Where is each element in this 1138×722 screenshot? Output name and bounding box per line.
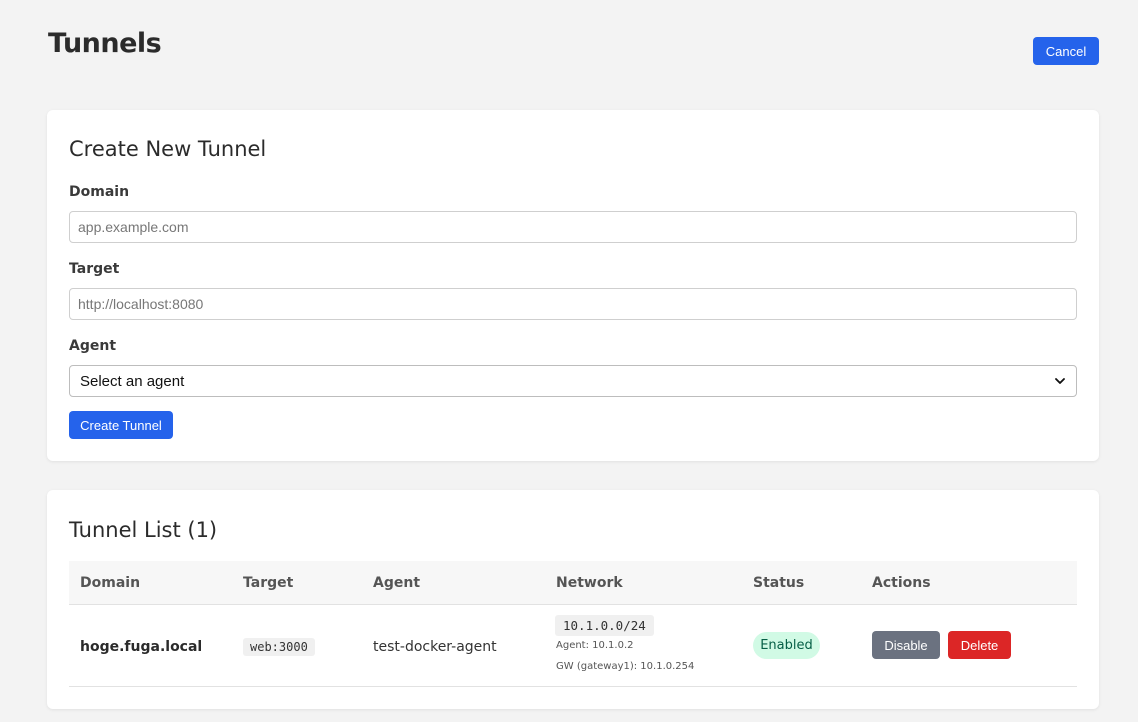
- tunnel-domain: hoge.fuga.local: [80, 639, 203, 655]
- chevron-down-icon: [1055, 378, 1065, 384]
- domain-input[interactable]: [69, 211, 1077, 243]
- tunnel-list-heading: Tunnel List (1): [69, 518, 218, 542]
- domain-label: Domain: [69, 184, 130, 200]
- column-header-network: Network: [556, 575, 623, 591]
- tunnel-target: web:3000: [243, 638, 315, 656]
- target-input[interactable]: [69, 288, 1077, 320]
- agent-label: Agent: [69, 338, 117, 354]
- status-badge: Enabled: [753, 632, 820, 659]
- tunnel-agent: test-docker-agent: [373, 639, 497, 655]
- create-tunnel-heading: Create New Tunnel: [69, 137, 267, 161]
- target-label: Target: [69, 261, 120, 277]
- create-tunnel-button[interactable]: Create Tunnel: [69, 411, 173, 439]
- disable-button[interactable]: Disable: [872, 631, 940, 659]
- table-row: hoge.fuga.local web:3000 test-docker-age…: [69, 605, 1077, 687]
- page-title: Tunnels: [48, 28, 162, 59]
- column-header-target: Target: [243, 575, 294, 591]
- column-header-domain: Domain: [80, 575, 141, 591]
- column-header-agent: Agent: [373, 575, 421, 591]
- network-cidr: 10.1.0.0/24: [555, 615, 654, 636]
- tunnel-list-card: Tunnel List (1) Domain Target Agent Netw…: [47, 490, 1099, 709]
- column-header-actions: Actions: [872, 575, 931, 591]
- agent-select-value: Select an agent: [80, 372, 185, 390]
- network-agent-ip: Agent: 10.1.0.2: [556, 640, 634, 651]
- column-header-status: Status: [753, 575, 805, 591]
- cancel-button[interactable]: Cancel: [1033, 37, 1099, 65]
- network-gateway-ip: GW (gateway1): 10.1.0.254: [556, 661, 695, 672]
- delete-button[interactable]: Delete: [948, 631, 1011, 659]
- agent-select[interactable]: Select an agent: [69, 365, 1077, 397]
- create-tunnel-card: Create New Tunnel Domain Target Agent Se…: [47, 110, 1099, 461]
- table-header: Domain Target Agent Network Status Actio…: [69, 561, 1077, 605]
